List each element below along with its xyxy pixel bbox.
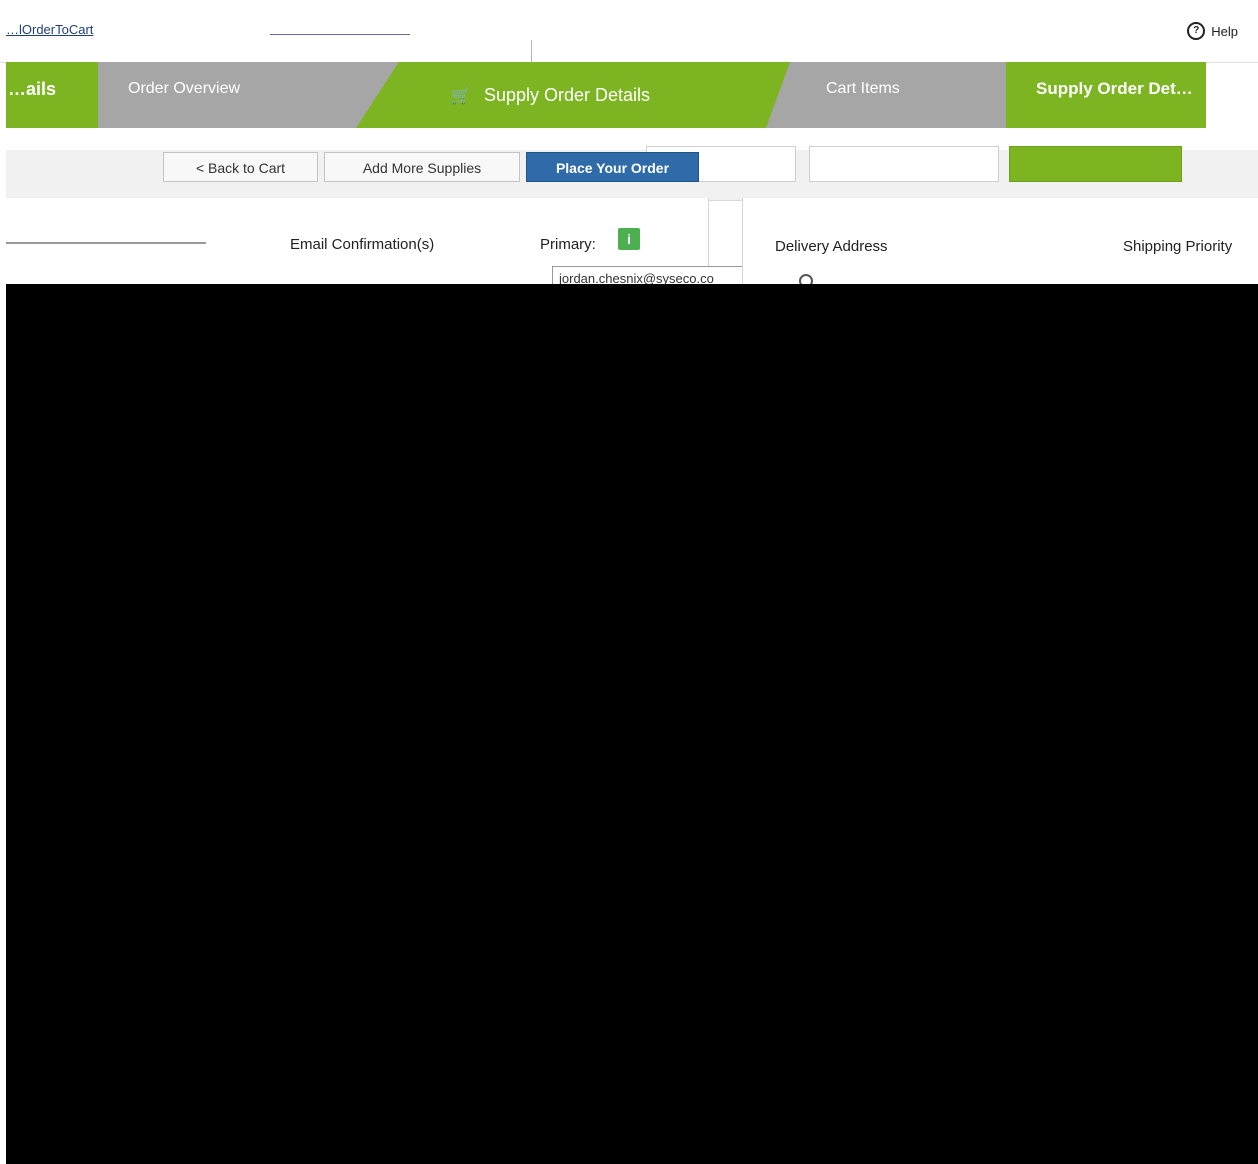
left-panel-label-line: [6, 242, 206, 244]
top-divider: [270, 34, 410, 35]
page: …lOrderToCart ? Help …ails Order Overvie…: [0, 0, 1258, 1164]
add-more-supplies-button[interactable]: Add More Supplies: [324, 152, 520, 182]
top-bar: …lOrderToCart ? Help: [0, 0, 1258, 63]
info-icon[interactable]: i: [618, 228, 640, 250]
help-link[interactable]: ? Help: [1187, 22, 1238, 40]
delivery-address-label: Delivery Address: [775, 238, 888, 255]
action-bar-box-3: [1009, 146, 1182, 182]
email-confirmation-label: Email Confirmation(s): [290, 236, 435, 253]
order-info-panel: Email Confirmation(s) Primary: i: [6, 198, 790, 290]
delivery-panel: Delivery Address Shipping Priority: [742, 198, 1258, 288]
breadcrumb-link[interactable]: …lOrderToCart: [6, 22, 93, 37]
help-label: Help: [1211, 23, 1238, 39]
step-item-5: Supply Order Det…: [1006, 62, 1206, 128]
step-item-1: …ails: [6, 62, 100, 128]
shipping-priority-label: Shipping Priority: [1123, 238, 1233, 255]
step-progress-banner: …ails Order Overview 🛒 Supply Order Deta…: [6, 62, 1206, 128]
redacted-content-area: [6, 284, 1258, 1164]
back-to-cart-button[interactable]: < Back to Cart: [163, 152, 318, 182]
action-bar: < Back to Cart Add More Supplies Place Y…: [6, 146, 1258, 201]
top-tick-divider: [531, 40, 532, 62]
action-bar-box-2: [809, 146, 999, 182]
help-icon: ?: [1187, 22, 1206, 40]
cart-icon: 🛒: [451, 88, 471, 105]
step-item-3-label: Supply Order Details: [483, 85, 651, 105]
place-order-button[interactable]: Place Your Order: [526, 152, 699, 182]
primary-label: Primary:: [540, 236, 596, 253]
